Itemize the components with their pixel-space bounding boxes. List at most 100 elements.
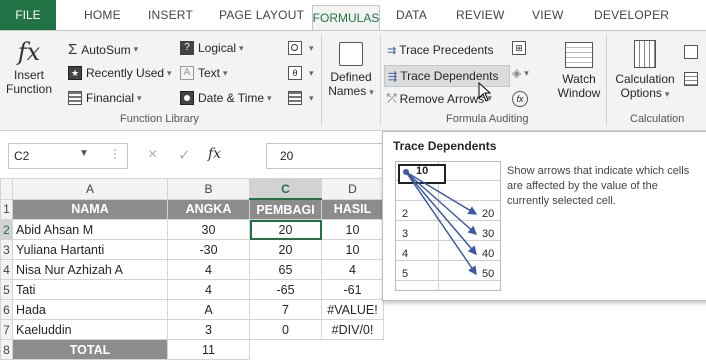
cell[interactable]: Nisa Nur Azhizah A — [12, 259, 168, 280]
cell[interactable]: 30 — [167, 219, 250, 240]
calculation-options-label: Calculation Options ▾ — [615, 72, 675, 100]
cell[interactable]: 7 — [249, 299, 322, 320]
cell[interactable]: 4 — [321, 259, 384, 280]
math-trig-button[interactable]: θ ▾ — [288, 66, 314, 80]
tab-review[interactable]: REVIEW — [456, 8, 505, 22]
row-header[interactable]: 4 — [0, 259, 13, 280]
cell[interactable]: 3 — [167, 319, 250, 340]
tooltip-title: Trace Dependents — [393, 139, 497, 153]
row-header[interactable]: 2 — [0, 219, 13, 240]
table-row: 2 Abid Ahsan M 30 20 10 — [0, 219, 384, 240]
cell[interactable]: 20 — [249, 239, 322, 260]
cell[interactable]: 4 — [167, 279, 250, 300]
total-label-cell[interactable]: TOTAL — [12, 339, 168, 360]
cell[interactable] — [249, 339, 322, 360]
watch-window-icon — [565, 42, 593, 68]
tab-page-layout[interactable]: PAGE LAYOUT — [219, 8, 304, 22]
name-box[interactable]: C2 ▼ ⋮ — [8, 143, 128, 169]
remove-arrows-button[interactable]: ⤱ Remove Arrows ▾ — [387, 91, 492, 106]
column-header-row: A B C D — [0, 178, 384, 200]
cell[interactable]: -30 — [167, 239, 250, 260]
cell[interactable]: 10 — [321, 219, 384, 240]
cell[interactable]: 65 — [249, 259, 322, 280]
trace-precedents-button[interactable]: ⇉ Trace Precedents — [387, 43, 493, 57]
insert-function-button[interactable]: fx Insert Function — [6, 38, 52, 110]
header-cell[interactable]: NAMA — [12, 198, 168, 220]
calculation-options-button[interactable]: Calculation Options ▾ — [610, 38, 680, 110]
cell[interactable]: 10 — [321, 239, 384, 260]
cancel-icon[interactable]: × — [148, 146, 157, 164]
cell[interactable]: Hada — [12, 299, 168, 320]
show-formulas-button[interactable]: ⊞ — [512, 41, 530, 55]
row-header[interactable]: 5 — [0, 279, 13, 300]
select-all-corner[interactable] — [0, 178, 13, 200]
row-header[interactable]: 1 — [0, 198, 13, 220]
tab-view[interactable]: VIEW — [532, 8, 563, 22]
row-header[interactable]: 3 — [0, 239, 13, 260]
tooltip-preview: 10 2 20 3 30 4 40 5 50 — [395, 161, 501, 291]
header-cell[interactable]: ANGKA — [167, 198, 250, 220]
cell[interactable]: #VALUE! — [321, 299, 384, 320]
column-header-c[interactable]: C — [249, 178, 322, 200]
cell[interactable] — [321, 339, 384, 360]
more-functions-button[interactable]: ▾ — [288, 91, 314, 105]
cell[interactable]: Abid Ahsan M — [12, 219, 168, 240]
enter-icon[interactable]: ✓ — [178, 146, 191, 164]
total-value-cell[interactable]: 11 — [167, 339, 250, 360]
ribbon-separator — [380, 34, 381, 126]
cell[interactable]: #DIV/0! — [321, 319, 384, 340]
row-header[interactable]: 7 — [0, 319, 13, 340]
dependent-arrows-icon — [403, 169, 478, 276]
row-header[interactable]: 6 — [0, 299, 13, 320]
error-checking-icon: ◈ — [512, 66, 522, 80]
text-button[interactable]: A Text ▾ — [180, 66, 228, 80]
date-time-button[interactable]: Date & Time ▾ — [180, 91, 272, 105]
cell[interactable]: 4 — [167, 259, 250, 280]
tab-developer[interactable]: DEVELOPER — [594, 8, 669, 22]
defined-names-button[interactable]: Defined Names ▾ — [325, 38, 377, 110]
cell[interactable]: Yuliana Hartanti — [12, 239, 168, 260]
watch-window-button[interactable]: Watch Window — [553, 38, 605, 110]
table-row: 1 NAMA ANGKA PEMBAGI HASIL — [0, 198, 384, 220]
autosum-button[interactable]: Σ AutoSum ▾ — [68, 41, 138, 58]
calculate-now-button[interactable] — [684, 45, 702, 59]
cell[interactable]: -61 — [321, 279, 384, 300]
trace-dependents-icon: ⇶ — [388, 70, 398, 83]
calculation-group-label: Calculation — [630, 113, 685, 125]
logical-button[interactable]: ? Logical ▾ — [180, 41, 244, 55]
cell[interactable]: Kaeluddin — [12, 319, 168, 340]
error-checking-button[interactable]: ◈ ▾ — [512, 66, 529, 80]
text-icon: A — [180, 66, 194, 80]
sheet-table: A B C D 1 NAMA ANGKA PEMBAGI HASIL 2 Abi… — [0, 178, 384, 360]
tab-data[interactable]: DATA — [396, 8, 427, 22]
tab-home[interactable]: HOME — [84, 8, 121, 22]
tab-insert[interactable]: INSERT — [148, 8, 193, 22]
lookup-reference-button[interactable]: ▾ — [288, 41, 314, 55]
evaluate-formula-button[interactable]: fx — [512, 91, 528, 107]
column-header-d[interactable]: D — [321, 178, 384, 200]
active-cell[interactable]: 20 — [249, 219, 322, 240]
insert-function-icon[interactable]: fx — [208, 146, 221, 162]
cell[interactable]: 0 — [249, 319, 322, 340]
mouse-cursor-icon — [478, 82, 492, 102]
cell[interactable]: Tati — [12, 279, 168, 300]
calculator-icon — [634, 40, 656, 68]
tab-file[interactable]: FILE — [0, 0, 56, 30]
calculate-sheet-button[interactable] — [684, 72, 702, 86]
recently-used-button[interactable]: ★ Recently Used ▾ — [68, 66, 172, 80]
sigma-icon: Σ — [68, 41, 78, 58]
header-cell[interactable]: PEMBAGI — [249, 198, 322, 220]
table-row: 7 Kaeluddin 3 0 #DIV/0! — [0, 319, 384, 340]
kebab-icon: ⋮ — [109, 147, 121, 161]
header-cell[interactable]: HASIL — [321, 198, 384, 220]
tab-formulas[interactable]: FORMULAS — [312, 5, 380, 31]
cell[interactable]: -65 — [249, 279, 322, 300]
ribbon-separator — [606, 34, 607, 126]
row-header[interactable]: 8 — [0, 339, 13, 360]
column-header-b[interactable]: B — [167, 178, 250, 200]
financial-button[interactable]: Financial ▾ — [68, 91, 142, 105]
column-header-a[interactable]: A — [12, 178, 168, 200]
table-row: 5 Tati 4 -65 -61 — [0, 279, 384, 300]
chevron-down-icon[interactable]: ▼ — [79, 148, 89, 159]
cell[interactable]: A — [167, 299, 250, 320]
